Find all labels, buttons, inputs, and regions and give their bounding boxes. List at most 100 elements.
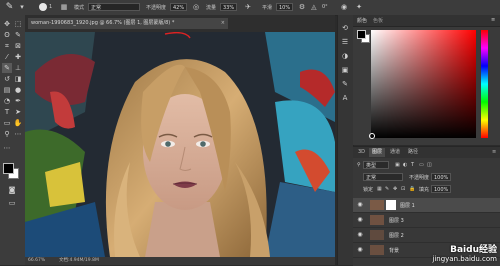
blur-tool-icon[interactable]: ●	[13, 85, 23, 95]
watermark-url: jingyan.baidu.com	[432, 255, 497, 263]
document-canvas[interactable]	[25, 32, 335, 257]
frame-tool-icon[interactable]: ⊠	[13, 41, 23, 51]
brush-panel-icon[interactable]: ✎	[340, 79, 350, 89]
smoothing-options-gear-icon[interactable]: ⚙	[298, 3, 306, 11]
shape-tool-icon[interactable]: ▭	[2, 118, 12, 128]
search-icon: ⚲	[357, 162, 361, 168]
document-tab[interactable]: woman-1990683_1920.jpg @ 66.7% (图层 1, 图层…	[28, 18, 228, 29]
pressure-opacity-icon[interactable]: ◎	[192, 3, 200, 11]
lock-position-icon[interactable]: ✥	[393, 186, 397, 192]
brush-settings-icon[interactable]: ▦	[60, 3, 68, 11]
character-icon[interactable]: A	[340, 93, 350, 103]
adjustments-icon[interactable]: ◑	[340, 51, 350, 61]
lasso-tool-icon[interactable]: ʘ	[2, 30, 12, 40]
dodge-tool-icon[interactable]: ◔	[2, 96, 12, 106]
visibility-eye-icon[interactable]: ◉	[356, 216, 364, 224]
tab-3d[interactable]: 3D	[355, 148, 368, 157]
type-tool-icon[interactable]: T	[2, 107, 12, 117]
hand-tool-icon[interactable]: ✋	[13, 118, 23, 128]
color-panel: 颜色 色板 ≡	[353, 15, 500, 145]
brush-tool-icon[interactable]: ✎	[4, 2, 15, 13]
filter-type-icon[interactable]: T	[411, 162, 414, 168]
eyedropper-tool-icon[interactable]: ⁄	[2, 52, 12, 62]
options-bar: ✎ ▾ 1 ▦ 模式 正常 不透明度 42% ◎ 流量 33% ✈ 平滑 10%…	[0, 0, 500, 16]
lock-transparent-icon[interactable]: ▦	[377, 186, 382, 192]
panel-menu-icon[interactable]: ≡	[491, 17, 495, 23]
lock-all-icon[interactable]: 🔒	[409, 186, 415, 192]
tab-color[interactable]: 颜色	[357, 17, 367, 24]
eraser-tool-icon[interactable]: ◨	[13, 74, 23, 84]
filter-smart-object-icon[interactable]: ◫	[427, 162, 432, 168]
opacity-input[interactable]: 42%	[170, 3, 187, 11]
opacity-label: 不透明度	[146, 5, 167, 11]
panel-foreground-swatch[interactable]	[357, 30, 366, 39]
foreground-color-swatch[interactable]	[3, 163, 14, 174]
flow-label: 流量	[206, 5, 217, 11]
healing-tool-icon[interactable]: ✚	[13, 52, 23, 62]
clone-stamp-tool-icon[interactable]: ⊥	[13, 63, 23, 73]
color-field[interactable]	[371, 30, 476, 138]
edit-toolbar-icon[interactable]: ⋯	[2, 143, 12, 153]
tab-swatches[interactable]: 色板	[373, 17, 383, 24]
layer-row[interactable]: ◉ 图层 2	[353, 228, 500, 243]
crop-tool-icon[interactable]: ⌗	[2, 41, 12, 51]
panel-menu-icon[interactable]: ≡	[489, 148, 499, 157]
visibility-eye-icon[interactable]: ◉	[356, 246, 364, 254]
visibility-eye-icon[interactable]: ◉	[356, 231, 364, 239]
history-icon[interactable]: ⟲	[340, 23, 350, 33]
screen-mode-icon[interactable]: ▭	[7, 198, 17, 208]
filter-pixel-icon[interactable]: ▣	[395, 162, 400, 168]
more-tools-icon[interactable]: ⋯	[13, 129, 23, 139]
lock-image-icon[interactable]: ✎	[385, 186, 389, 192]
zoom-tool-icon[interactable]: ⚲	[2, 129, 12, 139]
layers-panel: 3D 图层 通道 路径 ≡ ⚲ 类型 ▣ ◐ T ▭ ◫ 正常 不透明度 100…	[353, 146, 500, 266]
smoothing-input[interactable]: 10%	[276, 3, 293, 11]
blend-mode-select[interactable]: 正常	[363, 173, 403, 181]
symmetry-icon[interactable]: ✦	[355, 3, 363, 11]
close-icon[interactable]: ×	[221, 18, 225, 29]
watermark-brand: Baidu经验	[450, 245, 497, 255]
layer-lock-row: 锁定 ▦ ✎ ✥ ⊡ 🔒 填充 100%	[353, 185, 500, 194]
layer-kind-select[interactable]: 类型	[363, 161, 389, 169]
pen-tool-icon[interactable]: ✒	[13, 96, 23, 106]
fill-input[interactable]: 100%	[431, 185, 451, 193]
quick-select-tool-icon[interactable]: ✎	[13, 30, 23, 40]
layer-row[interactable]: ◉ 图层 3	[353, 213, 500, 228]
mode-select[interactable]: 正常	[88, 3, 140, 11]
layer-opacity-input[interactable]: 100%	[431, 173, 451, 181]
quick-mask-icon[interactable]: ◙	[7, 185, 17, 195]
brush-tool-icon[interactable]: ✎	[2, 63, 12, 73]
properties-icon[interactable]: ☰	[340, 37, 350, 47]
airbrush-icon[interactable]: ✈	[244, 3, 252, 11]
hue-slider[interactable]	[481, 30, 488, 138]
pressure-size-icon[interactable]: ◉	[340, 3, 348, 11]
filter-shape-icon[interactable]: ▭	[419, 162, 424, 168]
filter-adjustment-icon[interactable]: ◐	[403, 162, 407, 168]
layer-row[interactable]: ◉ 图层 1	[353, 198, 500, 213]
zoom-level[interactable]: 66.67%	[28, 257, 45, 265]
angle-icon[interactable]: ◬	[310, 3, 318, 11]
tab-paths[interactable]: 路径	[405, 148, 421, 157]
gradient-tool-icon[interactable]: ▤	[2, 85, 12, 95]
dropdown-arrow-icon[interactable]: ▾	[18, 3, 26, 11]
panel-icon-strip: ⟲ ☰ ◑ ▣ ✎ A	[337, 15, 354, 265]
visibility-eye-icon[interactable]: ◉	[356, 201, 364, 209]
history-brush-tool-icon[interactable]: ↺	[2, 74, 12, 84]
color-picker-marker[interactable]	[369, 133, 375, 139]
lock-artboard-icon[interactable]: ⊡	[401, 186, 405, 192]
layer-name[interactable]: 图层 1	[400, 202, 415, 209]
tab-layers[interactable]: 图层	[369, 148, 386, 157]
layer-name[interactable]: 背景	[389, 247, 399, 254]
document-title: woman-1990683_1920.jpg @ 66.7% (图层 1, 图层…	[31, 20, 175, 26]
layer-name[interactable]: 图层 3	[389, 217, 404, 224]
path-select-tool-icon[interactable]: ➤	[13, 107, 23, 117]
marquee-tool-icon[interactable]: ⬚	[13, 19, 23, 29]
libraries-icon[interactable]: ▣	[340, 65, 350, 75]
layer-mask-thumbnail[interactable]	[386, 200, 396, 210]
layer-blend-row: 正常 不透明度 100%	[353, 173, 500, 182]
move-tool-icon[interactable]: ✥	[2, 19, 12, 29]
flow-input[interactable]: 33%	[220, 3, 237, 11]
layer-name[interactable]: 图层 2	[389, 232, 404, 239]
brush-preset-picker[interactable]	[39, 3, 47, 11]
tab-channels[interactable]: 通道	[387, 148, 403, 157]
